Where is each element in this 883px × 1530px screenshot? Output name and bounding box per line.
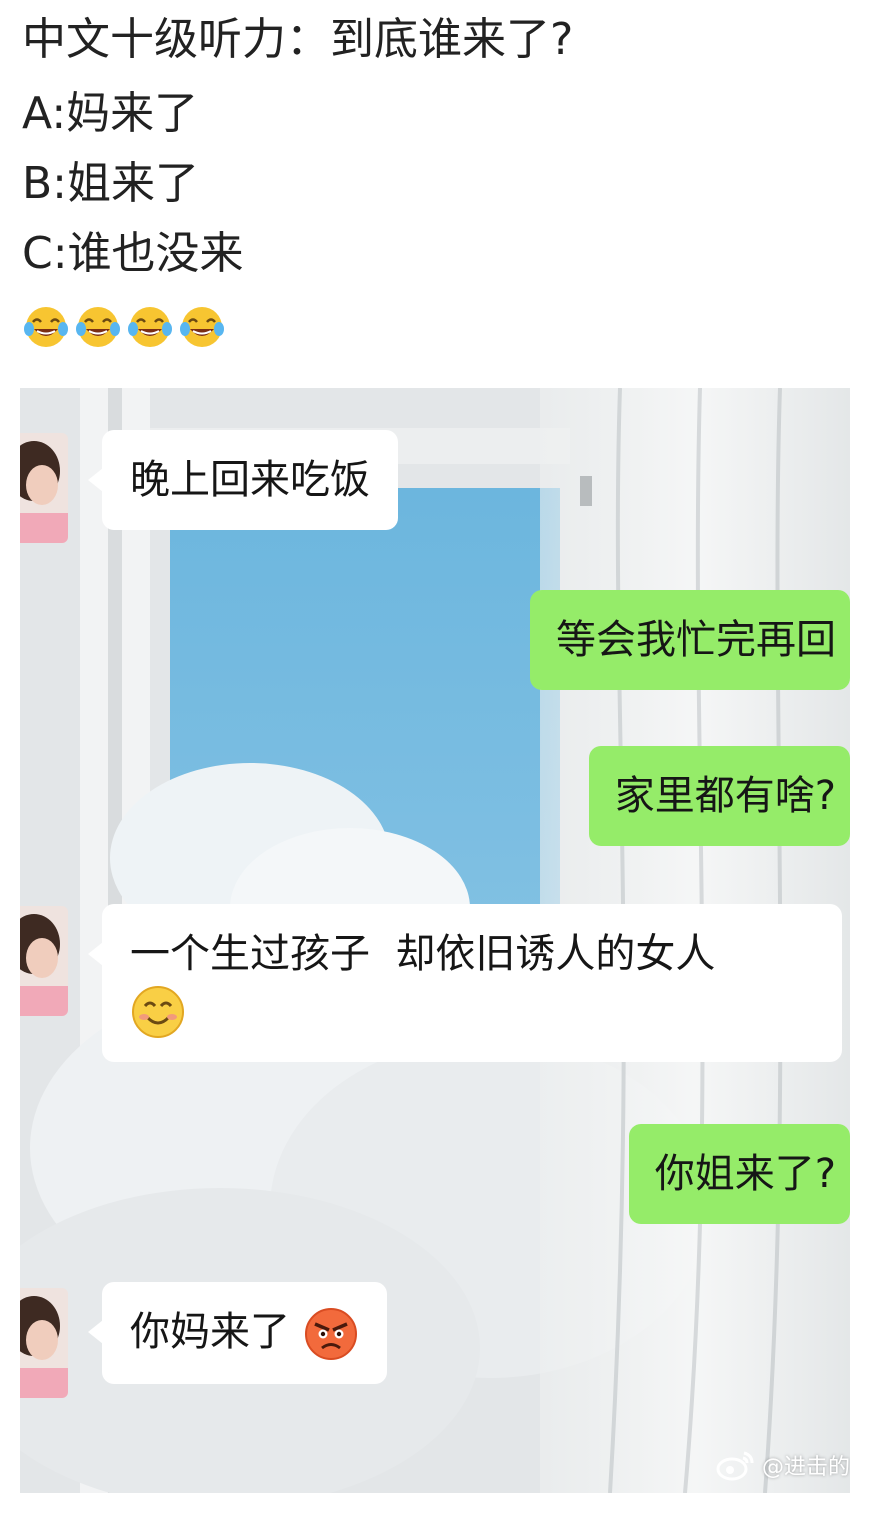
- option-c: C:谁也没来: [22, 228, 244, 279]
- option-a: A:妈来了: [22, 88, 199, 139]
- laughing-tears-emoji: [76, 307, 120, 347]
- chat-message-outgoing[interactable]: 你姐来了?: [628, 1124, 850, 1224]
- laughing-tears-emoji: [180, 307, 224, 347]
- contact-avatar[interactable]: [20, 1288, 68, 1398]
- chat-message-incoming[interactable]: 你妈来了: [88, 1282, 387, 1384]
- laughing-tears-emoji: [128, 307, 172, 347]
- smiling-face-emoji: [130, 984, 186, 1040]
- message-text: 家里都有啥?: [614, 773, 836, 819]
- contact-avatar[interactable]: [20, 433, 68, 543]
- option-b: B:姐来了: [22, 158, 200, 209]
- chat-message-incoming[interactable]: 一个生过孩子 却依旧诱人的女人: [88, 904, 842, 1062]
- message-text: 晚上回来吃饭: [130, 457, 370, 503]
- weibo-icon: [716, 1451, 754, 1481]
- laughing-tears-emoji: [24, 307, 68, 347]
- contact-avatar[interactable]: [20, 906, 68, 1016]
- avatar-photo: [20, 433, 68, 543]
- message-text: 等会我忙完再回: [556, 617, 836, 663]
- post-title: 中文十级听力：到底谁来了?: [22, 14, 574, 65]
- chat-message-outgoing[interactable]: 家里都有啥?: [588, 746, 850, 846]
- chat-screenshot: 晚上回来吃饭 等会我忙完再回 家里都有啥? 一个生过孩子 却依旧诱人的女人 你姐…: [20, 388, 850, 1493]
- message-text: 你妈来了: [130, 1309, 290, 1355]
- chat-message-outgoing[interactable]: 等会我忙完再回: [530, 590, 850, 690]
- angry-face-emoji: [303, 1306, 359, 1362]
- watermark-text: @进击的: [761, 1455, 850, 1480]
- chat-message-incoming[interactable]: 晚上回来吃饭: [88, 430, 398, 530]
- message-text: 你姐来了?: [654, 1151, 836, 1197]
- avatar-photo: [20, 1288, 68, 1398]
- laughing-emoji-row: [22, 302, 226, 352]
- message-text: 一个生过孩子 却依旧诱人的女人: [130, 931, 716, 977]
- avatar-photo: [20, 906, 68, 1016]
- weibo-watermark: @进击的: [716, 1449, 850, 1481]
